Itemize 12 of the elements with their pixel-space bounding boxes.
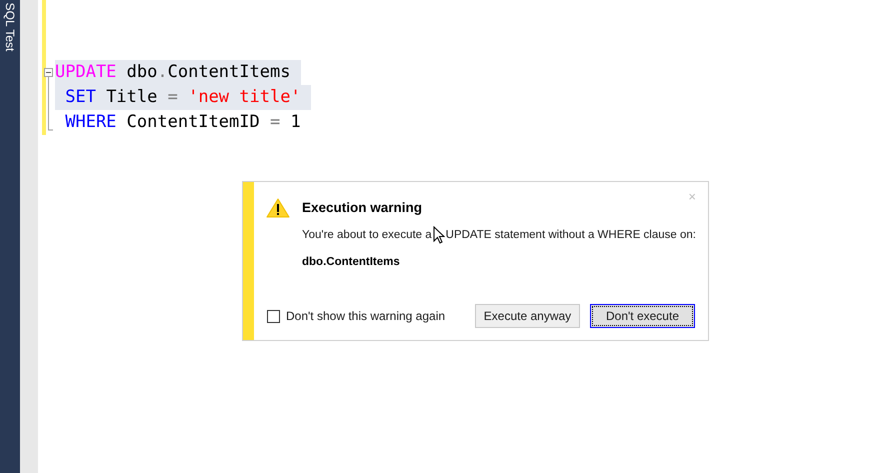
code-line: WHERE ContentItemID = 1 [64,111,301,134]
checkbox-label[interactable]: Don't show this warning again [286,307,446,325]
checkbox[interactable] [267,310,280,322]
dialog-button[interactable]: Execute anyway [475,304,580,328]
dialog-title: Execution warning [302,199,422,217]
side-tab[interactable]: SQL Test [1,0,19,55]
warning-message: UPDATE statement without a WHERE clause on: [446,228,696,243]
table-name: dbo.ContentItems [302,255,401,270]
warning-message: You're about to execute a [302,228,432,243]
warning-icon [266,198,290,218]
mouse-cursor-icon [432,226,445,244]
dialog-button[interactable]: Don't execute [590,304,695,328]
